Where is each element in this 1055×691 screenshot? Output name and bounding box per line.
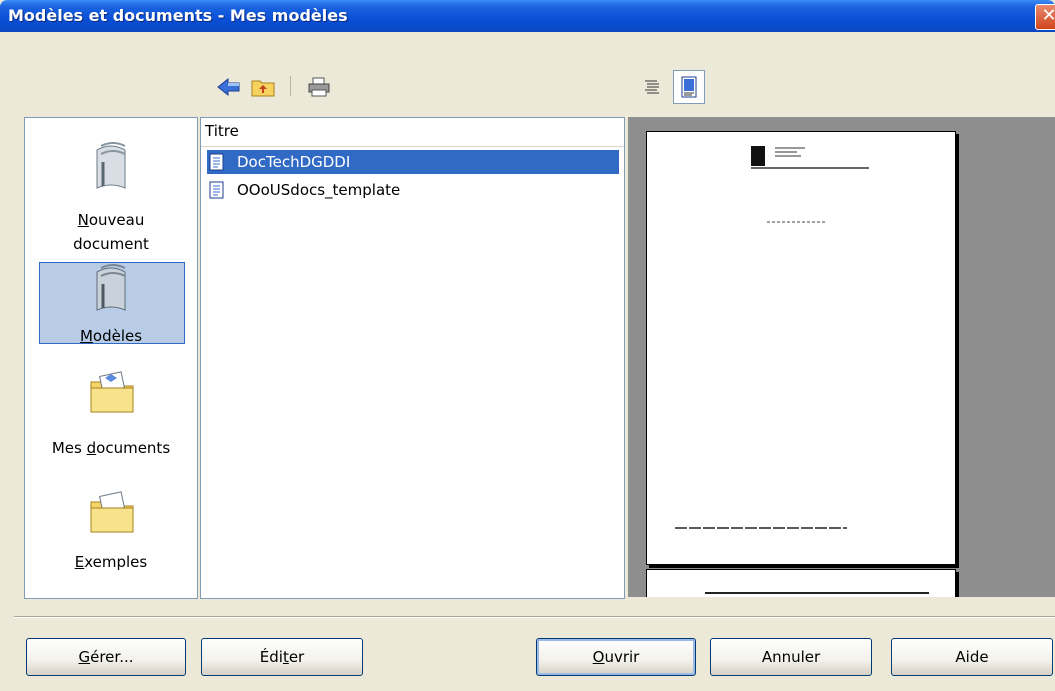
help-button[interactable]: Aide bbox=[891, 638, 1053, 676]
page-rule bbox=[705, 592, 929, 594]
examples-folder-icon bbox=[89, 488, 135, 538]
back-arrow-icon[interactable] bbox=[216, 76, 242, 98]
category-my-documents[interactable]: Mes documents bbox=[25, 368, 197, 468]
category-my-documents-label: Mes documents bbox=[51, 439, 171, 457]
category-new-document-label: Nouveau bbox=[77, 211, 145, 229]
new-document-icon bbox=[89, 142, 133, 196]
my-documents-folder-icon bbox=[89, 368, 135, 418]
page-thumbnail-graphic bbox=[675, 146, 869, 529]
print-icon[interactable] bbox=[306, 76, 332, 98]
toolbar-separator bbox=[290, 76, 291, 96]
document-icon bbox=[209, 181, 225, 206]
category-examples[interactable]: Exemples bbox=[25, 488, 197, 578]
list-item-label: OOoUSdocs_template bbox=[237, 181, 401, 199]
manage-button[interactable]: Gérer... bbox=[26, 638, 186, 676]
title-bar: Modèles et documents - Mes modèles ✕ bbox=[0, 0, 1055, 32]
details-view-icon[interactable] bbox=[640, 76, 664, 98]
window-title: Modèles et documents - Mes modèles bbox=[8, 6, 348, 25]
template-list: Titre DocTechDGDDI OOoUSdocs_template bbox=[200, 117, 625, 599]
category-new-document-label-line2: document bbox=[73, 235, 149, 253]
category-templates-label: Modèles bbox=[79, 327, 143, 345]
close-button[interactable]: ✕ bbox=[1035, 4, 1055, 30]
open-button[interactable]: Ouvrir bbox=[536, 638, 696, 676]
column-header-title[interactable]: Titre bbox=[205, 122, 239, 140]
close-icon: ✕ bbox=[1041, 5, 1055, 26]
category-examples-label: Exemples bbox=[74, 553, 148, 571]
list-item-label: DocTechDGDDI bbox=[237, 153, 351, 171]
header-divider bbox=[201, 146, 624, 147]
category-new-document[interactable]: Nouveau document bbox=[25, 142, 197, 262]
category-templates[interactable]: Modèles bbox=[25, 262, 197, 345]
button-bar-separator-highlight bbox=[14, 617, 1055, 618]
preview-pane bbox=[628, 117, 1055, 597]
category-panel: Nouveau document Modèles Mes documents E… bbox=[24, 117, 198, 599]
document-preview-page bbox=[646, 131, 956, 565]
edit-button[interactable]: Éditer bbox=[201, 638, 363, 676]
list-item[interactable]: DocTechDGDDI bbox=[207, 150, 619, 174]
templates-icon bbox=[89, 264, 133, 318]
document-icon bbox=[209, 153, 225, 178]
folder-up-icon[interactable] bbox=[250, 76, 276, 98]
preview-view-icon[interactable] bbox=[673, 70, 705, 104]
document-preview-page-2 bbox=[646, 569, 956, 597]
cancel-button[interactable]: Annuler bbox=[710, 638, 872, 676]
